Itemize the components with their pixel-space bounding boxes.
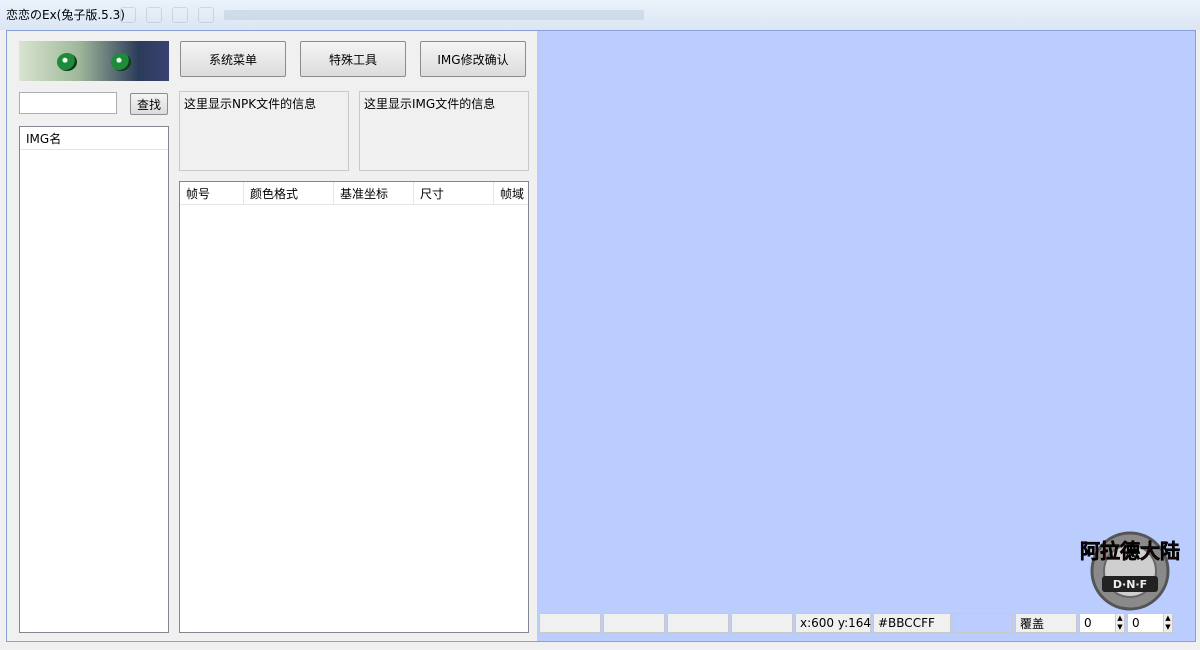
status-cell-3 [667,613,729,633]
window-title: 恋恋のEx(兔子版.5.3) [6,8,125,22]
title-bar: 恋恋のEx(兔子版.5.3) [0,0,1200,30]
coords-readout: x:600 y:164 [795,613,871,633]
status-cell-1 [539,613,601,633]
color-swatch [953,613,1013,633]
undo-icon [172,7,188,23]
search-button[interactable]: 查找 [130,93,168,115]
home-icon [146,7,162,23]
img-list-header: IMG名 [20,127,168,150]
col-frame-number[interactable]: 帧号 [180,182,244,204]
avatar-eye-left [57,53,77,71]
special-tools-button[interactable]: 特殊工具 [300,41,406,77]
color-hex-readout: #BBCCFF [873,613,951,633]
col-color-format[interactable]: 颜色格式 [244,182,334,204]
main-window: 系统菜单 特殊工具 IMG修改确认 查找 IMG名 这里显示NPK文件的信息 这… [6,30,1196,642]
background-browser-ghost [120,6,680,24]
frame-table-header: 帧号 颜色格式 基准坐标 尺寸 帧域 [180,182,528,205]
img-confirm-button[interactable]: IMG修改确认 [420,41,526,77]
system-menu-button[interactable]: 系统菜单 [180,41,286,77]
status-cell-4 [731,613,793,633]
logo-sub-text: D·N·F [1113,578,1147,591]
img-info-box: 这里显示IMG文件的信息 [359,91,529,171]
search-input[interactable] [19,92,117,114]
dnf-logo: 阿拉德大陆 D·N·F [1080,531,1180,611]
logo-title-text: 阿拉德大陆 [1080,539,1180,563]
frame-table[interactable]: 帧号 颜色格式 基准坐标 尺寸 帧域 [179,181,529,633]
col-base-coord[interactable]: 基准坐标 [334,182,414,204]
avatar-eye-right [111,53,131,71]
avatar-banner [19,41,169,81]
img-name-column[interactable]: IMG名 [20,127,168,149]
address-bar-ghost [224,10,644,20]
status-cell-2 [603,613,665,633]
col-frame-area[interactable]: 帧域 [494,182,528,204]
img-list[interactable]: IMG名 [19,126,169,633]
npk-info-box: 这里显示NPK文件的信息 [179,91,349,171]
col-size[interactable]: 尺寸 [414,182,494,204]
star-icon [198,7,214,23]
